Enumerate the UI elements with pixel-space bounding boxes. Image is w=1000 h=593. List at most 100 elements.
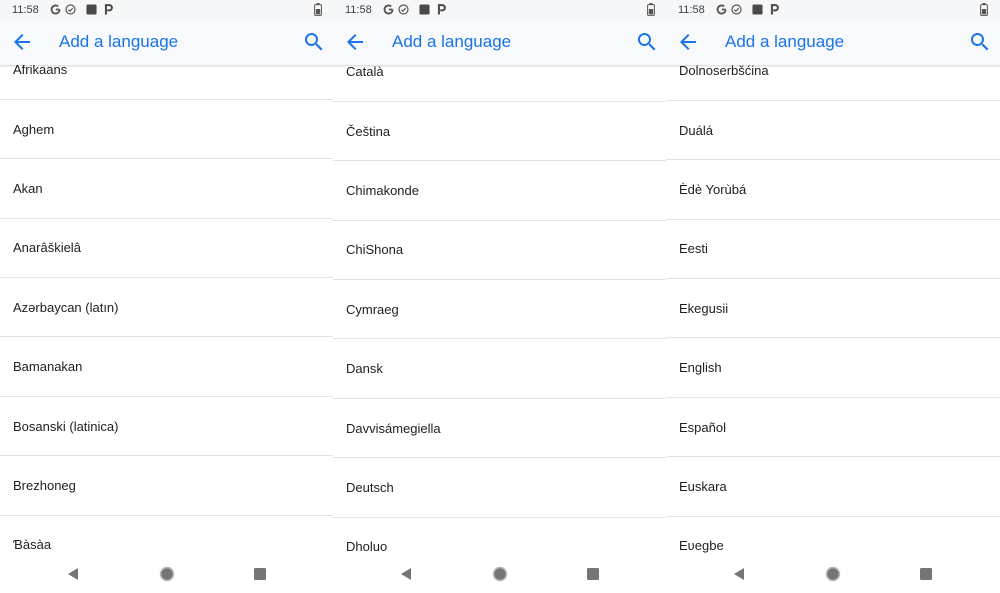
back-triangle-icon[interactable] xyxy=(731,566,747,582)
battery-icon xyxy=(647,3,655,16)
status-time: 11:58 xyxy=(12,4,39,16)
language-item[interactable]: Azərbaycan (latın) xyxy=(0,278,333,338)
nav-home-button[interactable] xyxy=(825,566,841,582)
battery-icon xyxy=(980,3,988,16)
language-item[interactable]: Deutsch xyxy=(333,458,666,518)
nav-home-button[interactable] xyxy=(492,566,508,582)
recents-square-icon[interactable] xyxy=(918,566,934,582)
language-name: Eʋegbe xyxy=(679,538,724,554)
language-item[interactable]: Dholuo xyxy=(333,518,666,555)
language-name: Ekegusii xyxy=(679,300,729,316)
back-button[interactable] xyxy=(676,30,700,54)
recents-square-icon[interactable] xyxy=(585,566,601,582)
status-time: 11:58 xyxy=(345,4,372,16)
language-item[interactable]: Español xyxy=(666,398,1000,458)
home-circle-icon[interactable] xyxy=(825,566,841,582)
google-icon xyxy=(50,4,61,15)
language-item[interactable]: Català xyxy=(333,65,666,102)
language-item[interactable]: Eʋegbe xyxy=(666,517,1000,555)
language-item[interactable]: Bamanakan xyxy=(0,337,333,397)
circle-check-icon xyxy=(398,4,409,15)
square-notification-icon xyxy=(86,4,97,15)
arrow-left-icon[interactable] xyxy=(343,30,367,54)
language-list-items: Dolnoserbšćina Duálá Èdè Yorùbá Eesti Ekegus… xyxy=(666,65,1000,555)
language-item[interactable]: Čeština xyxy=(333,102,666,162)
language-item[interactable]: ChiShona xyxy=(333,221,666,281)
nav-home-button[interactable] xyxy=(159,566,175,582)
nav-back-button[interactable] xyxy=(65,566,81,582)
language-name: Chimakonde xyxy=(346,182,419,198)
search-button[interactable] xyxy=(302,30,326,54)
language-item[interactable]: Chimakonde xyxy=(333,161,666,221)
nav-back-button[interactable] xyxy=(731,566,747,582)
app-bar: Add a language xyxy=(666,20,1000,65)
navigation-bar xyxy=(666,555,1000,593)
recents-square-icon[interactable] xyxy=(252,566,268,582)
search-icon[interactable] xyxy=(635,30,659,54)
home-circle-icon[interactable] xyxy=(159,566,175,582)
google-icon xyxy=(716,4,727,15)
language-item[interactable]: Cymraeg xyxy=(333,280,666,340)
language-list[interactable]: Afrikaans Aghem Akan Anarâškielâ Azərbaycan … xyxy=(0,65,333,555)
language-item[interactable]: Akan xyxy=(0,159,333,219)
language-item[interactable]: Eesti xyxy=(666,220,1000,280)
language-name: Dolnoserbšćina xyxy=(679,65,769,79)
language-name: Cymraeg xyxy=(346,301,399,317)
language-item[interactable]: Dolnoserbšćina xyxy=(666,65,1000,101)
language-name: ChiShona xyxy=(346,242,404,258)
language-item[interactable]: Afrikaans xyxy=(0,65,333,100)
search-button[interactable] xyxy=(635,30,659,54)
search-button[interactable] xyxy=(968,30,992,54)
language-item[interactable]: Èdè Yorùbá xyxy=(666,160,1000,220)
google-icon xyxy=(383,4,394,15)
nav-recents-button[interactable] xyxy=(918,566,934,582)
back-button[interactable] xyxy=(343,30,367,54)
square-notification-icon xyxy=(419,4,430,15)
language-item[interactable]: Anarâškielâ xyxy=(0,219,333,279)
back-button[interactable] xyxy=(10,30,34,54)
language-name: Dansk xyxy=(346,361,383,377)
nav-back-button[interactable] xyxy=(398,566,414,582)
language-item[interactable]: Davvisámegiella xyxy=(333,399,666,459)
back-triangle-icon[interactable] xyxy=(398,566,414,582)
language-item[interactable]: Dansk xyxy=(333,339,666,399)
language-name: Ɓàsàa xyxy=(13,537,52,553)
language-list[interactable]: Català Čeština Chimakonde ChiShona Cymraeg Da… xyxy=(333,65,666,555)
language-list[interactable]: Dolnoserbšćina Duálá Èdè Yorùbá Eesti Ekegus… xyxy=(666,65,1000,555)
status-bar: 11:58 xyxy=(333,0,666,20)
nav-recents-button[interactable] xyxy=(585,566,601,582)
language-name: Euskara xyxy=(679,478,727,494)
circle-check-icon xyxy=(65,4,76,15)
language-item[interactable]: English xyxy=(666,338,1000,398)
language-item[interactable]: Bosanski (latinica) xyxy=(0,397,333,457)
language-name: Anarâškielâ xyxy=(13,240,81,256)
language-name: Èdè Yorùbá xyxy=(679,181,747,197)
phone-screen: 11:58 Add a language xyxy=(333,0,666,593)
back-triangle-icon[interactable] xyxy=(65,566,81,582)
language-item[interactable]: Aghem xyxy=(0,100,333,160)
phone-screen: 11:58 Add a language xyxy=(666,0,1000,593)
language-name: Duálá xyxy=(679,122,713,138)
nav-recents-button[interactable] xyxy=(252,566,268,582)
navigation-bar xyxy=(333,555,666,593)
language-name: Bosanski (latinica) xyxy=(13,418,119,434)
arrow-left-icon[interactable] xyxy=(10,30,34,54)
language-item[interactable]: Ɓàsàa xyxy=(0,516,333,555)
home-circle-icon[interactable] xyxy=(492,566,508,582)
app-bar: Add a language xyxy=(333,20,666,65)
search-icon[interactable] xyxy=(968,30,992,54)
language-name: Čeština xyxy=(346,123,391,139)
arrow-left-icon[interactable] xyxy=(676,30,700,54)
language-item[interactable]: Brezhoneg xyxy=(0,456,333,516)
language-item[interactable]: Duálá xyxy=(666,101,1000,161)
status-time: 11:58 xyxy=(678,4,705,16)
circle-check-icon xyxy=(731,4,742,15)
search-icon[interactable] xyxy=(302,30,326,54)
language-name: Dholuo xyxy=(346,539,388,555)
language-item[interactable]: Euskara xyxy=(666,457,1000,517)
app-bar: Add a language xyxy=(0,20,333,65)
language-name: English xyxy=(679,360,722,376)
language-name: Davvisámegiella xyxy=(346,420,441,436)
page-title: Add a language xyxy=(725,32,845,51)
language-item[interactable]: Ekegusii xyxy=(666,279,1000,339)
